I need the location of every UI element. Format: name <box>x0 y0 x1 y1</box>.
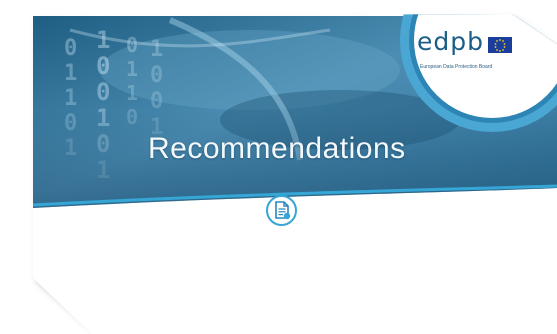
svg-text:0: 0 <box>150 63 163 88</box>
document-cover-page: 0 1 1 0 1 1 0 0 1 0 1 0 1 1 0 <box>0 0 557 334</box>
document-icon <box>266 195 297 226</box>
page-viewer: 0 1 1 0 1 1 0 0 1 0 1 0 1 1 0 <box>0 0 557 334</box>
svg-text:0: 0 <box>96 52 110 80</box>
eu-flag-icon <box>488 37 512 53</box>
svg-text:1: 1 <box>64 61 77 86</box>
svg-text:1: 1 <box>64 86 77 111</box>
svg-text:1: 1 <box>150 37 163 62</box>
svg-text:0: 0 <box>96 78 110 106</box>
svg-text:1: 1 <box>96 26 110 54</box>
edpb-logo: edpb <box>417 27 484 56</box>
svg-text:1: 1 <box>126 81 138 105</box>
svg-text:0: 0 <box>126 33 138 57</box>
svg-text:0: 0 <box>64 36 77 61</box>
svg-text:1: 1 <box>126 57 138 81</box>
page-title: Recommendations <box>148 132 406 165</box>
logo-subtitle: European Data Protection Board <box>420 64 493 70</box>
